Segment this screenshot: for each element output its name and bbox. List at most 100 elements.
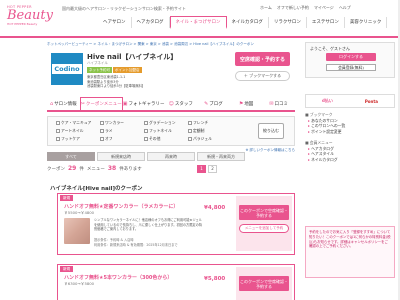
filter-option[interactable]: グラデーション [144, 120, 184, 126]
reserve-button[interactable]: 空席確認・予約する [235, 52, 290, 66]
filter-option[interactable]: その他 [144, 136, 184, 142]
gnav-nail-salon[interactable]: ネイル・まつげサロン [169, 16, 227, 29]
site-logo[interactable]: HOT PEPPER Beauty HOT PEPPER Beauty [7, 5, 53, 29]
checkbox[interactable] [56, 129, 60, 133]
tab-blog[interactable]: ✎ ブログ [197, 97, 230, 110]
tab-coupon-menu[interactable]: ✂ クーポンメニュー [79, 97, 123, 110]
coupon-card: 新規 ハンドオフ無料★5本ワンカラー（300色から） ￥6300→￥5800 ¥… [57, 264, 295, 300]
site-header: HOT PEPPER Beauty HOT PEPPER Beauty 国内最大… [0, 0, 400, 38]
filter-option[interactable]: 定額制 [188, 128, 228, 134]
checkbox[interactable] [188, 121, 192, 125]
coupon-was-price: ￥6300→￥5800 [64, 281, 95, 286]
side-link[interactable]: ネイルカタログ [305, 157, 345, 163]
add-menu-button[interactable]: メニューを追加して予約 [239, 224, 289, 233]
side-notice: 予約をしたのでお気に入り「登録をすすめ」について知りたい！このクーポンでは1に何… [305, 226, 395, 278]
tab-label: ブログ [209, 101, 223, 107]
coupon-image [64, 218, 90, 244]
global-nav: ヘアサロン ヘアカタログ ネイル・まつげサロン ネイルカタログ リラクサロン エ… [98, 16, 388, 29]
tab-label: クーポンメニュー [85, 102, 122, 107]
tab-reviews[interactable]: ✉ 口コミ [262, 97, 295, 110]
filter-option[interactable]: アートネイル [56, 128, 96, 134]
filter-options: ケア・マニキュア ワンカラー グラデーション フレンチ アートネイル ラメ フッ… [56, 120, 228, 142]
tab-staff[interactable]: ☺ スタッフ [164, 97, 197, 110]
coupon-tag: 新規 [60, 195, 73, 201]
page-2-button[interactable]: 2 [208, 164, 217, 173]
gnav-clinic[interactable]: 美容クリニック [345, 17, 388, 28]
tab-map[interactable]: ⚑ 地図 [230, 97, 263, 110]
filter-submit-button[interactable]: 絞り込む [258, 123, 284, 139]
filter-option[interactable]: ラメ [100, 128, 140, 134]
bookmark-label: ブックマークする [249, 73, 282, 78]
side-link[interactable]: このサロンへの一覧 [305, 123, 345, 129]
checkbox[interactable] [144, 129, 148, 133]
gnav-nail-catalog[interactable]: ネイルカタログ [227, 17, 269, 28]
tab-salon-info[interactable]: ⌂ サロン情報 [47, 97, 80, 110]
salon-kana: ハイブネイル [87, 61, 108, 65]
bookmark-button[interactable]: ＋ ブックマークする [235, 71, 290, 81]
checkbox[interactable] [100, 137, 104, 141]
topnav-help[interactable]: ヘルプ [339, 5, 351, 11]
category-repeat[interactable]: 再来時 [147, 152, 195, 161]
filter-option[interactable]: オフ [100, 136, 140, 142]
coupon-count: 29 [68, 165, 77, 172]
coupon-price: ¥5,800 [204, 276, 226, 282]
filter-option[interactable]: ワンカラー [100, 120, 140, 126]
login-button[interactable]: ログインする [326, 53, 376, 61]
payment-banner[interactable]: d払い Ponta [305, 94, 395, 108]
gallery-icon: ▣ [122, 100, 128, 107]
checkbox[interactable] [188, 129, 192, 133]
salon-header: Codino Hive nail【ハイブネイル】 ハイブネイル ネット予約可 ポ… [47, 49, 295, 99]
filter-option[interactable]: フットケア [56, 136, 96, 142]
checkbox[interactable] [188, 137, 192, 141]
coupon-actions: このクーポンで空席確認・予約する メニューを追加して予約 [236, 196, 292, 251]
category-all[interactable]: すべて [47, 152, 95, 161]
home-icon: ⌂ [49, 100, 54, 107]
use-coupon-button[interactable]: このクーポンで空席確認・予約する [239, 205, 289, 220]
filter-label: 定額制 [193, 128, 205, 133]
checkbox[interactable] [144, 137, 148, 141]
coupon-condition-2: 利用条件：新規来店時 & 有効期限：2025年12月末日まで [94, 242, 178, 247]
filter-option[interactable]: ケア・マニキュア [56, 120, 96, 126]
side-links: ■ ブックマーク あなたのサロン このサロンへの一覧 ポイント設定変更 ■ 会員… [305, 112, 345, 162]
side-link[interactable]: ポイント設定変更 [305, 129, 345, 135]
topnav-mypage[interactable]: マイページ [314, 5, 334, 11]
filter-label: ワンカラー [105, 120, 124, 125]
section-title: ハイブネイル[Hive nail]のクーポン [50, 186, 143, 192]
gnav-esthe-salon[interactable]: エステサロン [307, 17, 345, 28]
user-box: ようこそ、ゲストさん ログインする 会員登録(無料) [305, 42, 395, 78]
filter-option[interactable]: フレンチ [188, 120, 228, 126]
tab-label: 口コミ [274, 101, 289, 107]
topnav-home[interactable]: ホーム [260, 5, 272, 11]
tab-label: スタッフ [174, 101, 193, 107]
breadcrumb[interactable]: ホットペッパービューティー > ネイル・まつげサロン > 関東 > 東京 > 池… [47, 42, 254, 47]
checkbox[interactable] [56, 121, 60, 125]
salon-logo: Codino [51, 53, 83, 85]
register-button[interactable]: 会員登録(無料) [326, 64, 376, 71]
staff-icon: ☺ [168, 100, 174, 107]
tab-photo-gallery[interactable]: ▣ フォトギャラリー [123, 97, 165, 110]
use-coupon-button[interactable]: このクーポンで空席確認・予約する [239, 276, 289, 291]
gnav-relax-salon[interactable]: リラクサロン [269, 17, 307, 28]
filter-label: アートネイル [61, 128, 84, 133]
tab-label: 地図 [244, 101, 254, 107]
coupon-actions: このクーポンで空席確認・予約する [236, 267, 292, 300]
logo-main: Beauty [7, 8, 53, 23]
filter-option[interactable]: パラジェル [188, 136, 228, 142]
d-pay-logo: d払い [321, 98, 333, 103]
category-new[interactable]: 新規来店時 [97, 152, 145, 161]
category-both[interactable]: 新規・再来両方 [197, 152, 245, 161]
topnav-new-reservation[interactable]: オフで新しい予約 [277, 5, 309, 11]
checkbox[interactable] [100, 129, 104, 133]
checkbox[interactable] [56, 137, 60, 141]
coupon-tag: 新規 [60, 266, 73, 272]
filter-option[interactable]: フットネイル [144, 128, 184, 134]
coupon-title: ハンドオフ無料★定番ワンカラー（ラメカラーに） [64, 204, 179, 210]
gnav-hair-salon[interactable]: ヘアサロン [98, 17, 132, 28]
checkbox[interactable] [144, 121, 148, 125]
salon-info: 東京都豊島区東池袋1-1-1 東池袋駅より徒歩3分 池袋駅東口より徒歩5分【駐車… [87, 75, 145, 89]
page-1-button[interactable]: 1 [197, 164, 206, 173]
menu-count-unit: 件あります [119, 166, 142, 172]
gnav-hair-catalog[interactable]: ヘアカタログ [132, 17, 170, 28]
checkbox[interactable] [100, 121, 104, 125]
menu-count: 38 [107, 165, 117, 172]
